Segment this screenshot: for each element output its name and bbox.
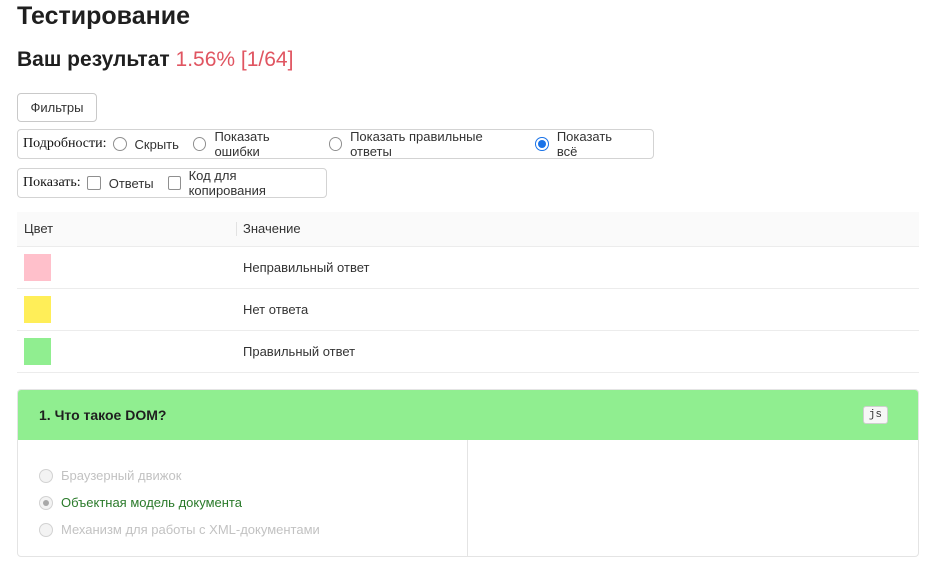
column-header-color: Цвет bbox=[17, 212, 236, 247]
show-option-answers[interactable]: Ответы bbox=[86, 175, 154, 191]
answer-option: Браузерный движок bbox=[39, 462, 467, 489]
value-cell: Правильный ответ bbox=[236, 330, 919, 373]
show-options: Показать: Ответы Код для копирования bbox=[17, 168, 327, 198]
radio-show-errors[interactable] bbox=[192, 137, 207, 151]
page-title: Тестирование bbox=[17, 2, 190, 30]
table-row: Правильный ответ bbox=[17, 330, 919, 373]
result-score: 1.56% [1/64] bbox=[175, 48, 294, 71]
question-body: Браузерный движок Объектная модель докум… bbox=[18, 440, 918, 556]
details-label: Подробности: bbox=[23, 136, 107, 151]
details-option-hide[interactable]: Скрыть bbox=[112, 136, 179, 152]
details-option-label: Показать всё bbox=[556, 129, 613, 159]
radio-show-all[interactable] bbox=[535, 137, 549, 151]
details-option-label: Показать правильные ответы bbox=[350, 129, 483, 159]
radio-hide[interactable] bbox=[112, 137, 127, 151]
answer-label: Браузерный движок bbox=[61, 468, 182, 483]
column-header-value: Значение bbox=[236, 212, 919, 247]
answer-details-panel bbox=[468, 440, 918, 556]
details-option-label: Показать ошибки bbox=[214, 129, 270, 159]
result-heading: Ваш результат 1.56% [1/64] bbox=[17, 48, 293, 72]
answers-list: Браузерный движок Объектная модель докум… bbox=[18, 440, 468, 556]
answer-label: Объектная модель документа bbox=[61, 495, 242, 510]
answer-radio bbox=[39, 468, 53, 483]
color-swatch-incorrect bbox=[24, 253, 51, 281]
table-row: Нет ответа bbox=[17, 288, 919, 331]
radio-show-correct[interactable] bbox=[328, 137, 343, 151]
show-option-label: Код для копирования bbox=[188, 168, 266, 198]
answer-label: Механизм для работы с XML-документами bbox=[61, 522, 320, 537]
color-swatch-correct bbox=[24, 337, 51, 365]
details-option-show-all[interactable]: Показать всё bbox=[535, 129, 633, 159]
color-cell bbox=[17, 330, 236, 373]
color-cell bbox=[17, 288, 236, 331]
table-header-row: Цвет Значение bbox=[17, 212, 919, 247]
answer-radio bbox=[39, 522, 53, 537]
answer-option: Механизм для работы с XML-документами bbox=[39, 516, 467, 543]
table-row: Неправильный ответ bbox=[17, 246, 919, 289]
filters-button[interactable]: Фильтры bbox=[17, 93, 97, 122]
value-cell: Неправильный ответ bbox=[236, 246, 919, 289]
answer-option-correct: Объектная модель документа bbox=[39, 489, 467, 516]
show-label: Показать: bbox=[23, 175, 81, 190]
question-tag-badge[interactable]: js bbox=[862, 406, 888, 424]
show-option-label: Ответы bbox=[108, 175, 154, 191]
answer-radio-selected bbox=[39, 495, 53, 510]
value-cell: Нет ответа bbox=[236, 288, 919, 331]
color-legend-table: Цвет Значение Неправильный ответ Нет отв… bbox=[17, 212, 919, 373]
details-option-show-errors[interactable]: Показать ошибки bbox=[192, 129, 315, 159]
details-option-label: Скрыть bbox=[134, 136, 179, 152]
details-options: Подробности: Скрыть Показать ошибки Пока… bbox=[17, 129, 654, 159]
question-header: 1. Что такое DOM? js bbox=[18, 390, 918, 440]
checkbox-answers[interactable] bbox=[86, 176, 101, 190]
color-swatch-no-answer bbox=[24, 295, 51, 323]
details-option-show-correct[interactable]: Показать правильные ответы bbox=[328, 129, 522, 159]
show-option-copy-code[interactable]: Код для копирования bbox=[167, 168, 306, 198]
question-card: 1. Что такое DOM? js Браузерный движок О… bbox=[17, 389, 919, 557]
checkbox-copy-code[interactable] bbox=[167, 176, 181, 190]
result-label: Ваш результат bbox=[17, 48, 170, 71]
question-title: 1. Что такое DOM? bbox=[39, 407, 167, 423]
color-cell bbox=[17, 246, 236, 289]
